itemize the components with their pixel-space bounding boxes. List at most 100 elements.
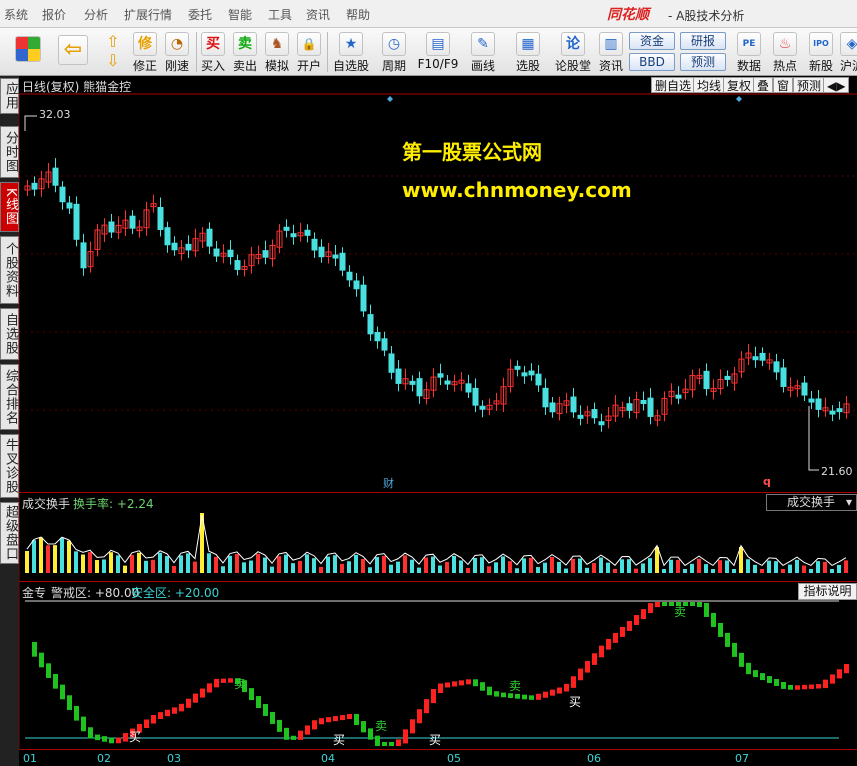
- indicator-segment: [123, 733, 128, 742]
- volume-bar: [368, 567, 372, 573]
- stock-picker-button[interactable]: ▦ 选股: [509, 30, 547, 74]
- tab-watchlist[interactable]: 自选股: [0, 308, 19, 360]
- indicator-segment: [333, 716, 338, 722]
- candle-body: [395, 368, 402, 384]
- indicator-segment: [249, 688, 254, 701]
- tab-ranking[interactable]: 综合排名: [0, 364, 19, 430]
- moving-average-button[interactable]: 均线: [693, 77, 726, 93]
- bbd-button[interactable]: BBD: [629, 53, 675, 71]
- volume-bar: [193, 561, 197, 573]
- speed-test-button[interactable]: ◔ 刚速: [162, 30, 192, 74]
- stock-title: 日线(复权) 熊猫金控: [22, 80, 132, 94]
- volume-bar: [207, 553, 211, 573]
- forum-button[interactable]: 论 论股堂: [553, 30, 593, 74]
- f10-doc-icon: ▤: [426, 32, 450, 56]
- f10-label: F10/F9: [417, 57, 459, 71]
- indicator-segment: [627, 620, 632, 631]
- sell-button[interactable]: 卖 卖出: [231, 30, 259, 74]
- indicator-segment: [179, 703, 184, 712]
- menu-extended-quotes[interactable]: 扩展行情: [124, 6, 172, 23]
- ipo-button[interactable]: IPO 新股: [806, 30, 836, 74]
- adjust-price-button[interactable]: 复权: [723, 77, 756, 93]
- indicator-segment: [116, 737, 121, 744]
- menu-smart[interactable]: 智能: [228, 6, 252, 23]
- indicator-segment: [32, 642, 37, 657]
- f10-button[interactable]: ▤ F10/F9: [417, 30, 459, 74]
- arrow-up-icon[interactable]: ⇧: [100, 32, 126, 51]
- menu-system[interactable]: 系统: [4, 6, 28, 23]
- volume-bar: [704, 564, 708, 573]
- overlay-button[interactable]: 叠: [753, 77, 774, 93]
- expand-arrows-icon[interactable]: ◀▶: [823, 77, 850, 93]
- revise-button[interactable]: 修 修正: [130, 30, 160, 74]
- forecast-button[interactable]: 预测: [680, 53, 726, 71]
- indicator-segment: [382, 742, 387, 746]
- tab-super-orderbook[interactable]: 超级盘口: [0, 502, 19, 564]
- period-label: 周期: [381, 59, 406, 73]
- indicator-help-button[interactable]: 指标说明: [798, 583, 857, 600]
- hotspot-button[interactable]: ♨ 热点: [770, 30, 800, 74]
- candle-body: [626, 403, 633, 411]
- period-button[interactable]: ◷ 周期: [375, 30, 413, 74]
- candle-body: [535, 373, 542, 386]
- tab-intraday[interactable]: 分时图: [0, 126, 19, 178]
- volume-bar: [795, 559, 799, 573]
- data-button[interactable]: PE 数据: [734, 30, 764, 74]
- research-report-button[interactable]: 研报: [680, 32, 726, 50]
- arrow-down-icon[interactable]: ⇩: [100, 51, 126, 70]
- indicator-segment: [774, 679, 779, 686]
- volume-bar: [186, 553, 190, 573]
- tab-stock-profile[interactable]: 个股资料: [0, 236, 19, 304]
- predict-button[interactable]: 预测: [793, 77, 826, 93]
- volume-bar: [228, 555, 232, 573]
- indicator-segment: [193, 693, 198, 703]
- tab-kline[interactable]: K线图: [0, 182, 19, 232]
- capital-button[interactable]: 资金: [629, 32, 675, 50]
- remove-watchlist-button[interactable]: 删自选: [651, 77, 696, 93]
- watchlist-label: 自选股: [332, 59, 369, 73]
- price-high-label: 32.03: [39, 108, 71, 121]
- chart-area[interactable]: 买买买买卖卖卖卖 日线(复权) 熊猫金控 删自选 均线 复权 叠 窗 预测 ◀▶…: [19, 76, 857, 766]
- volume-bar: [25, 551, 29, 573]
- indicator-segment: [221, 678, 226, 683]
- volume-bar: [137, 552, 141, 573]
- event-q-marker[interactable]: q: [763, 475, 771, 488]
- menu-help[interactable]: 帮助: [346, 6, 370, 23]
- financial-report-marker[interactable]: 财: [383, 475, 394, 491]
- indicator-segment: [599, 645, 604, 658]
- volume-bar: [60, 537, 64, 573]
- sell-signal-label: 卖: [509, 679, 521, 693]
- menu-news[interactable]: 资讯: [306, 6, 330, 23]
- shanghai-hk-button[interactable]: ◈ 沪沪: [840, 30, 857, 74]
- menu-tools[interactable]: 工具: [268, 6, 292, 23]
- open-account-button[interactable]: 🔒 开户: [295, 30, 323, 74]
- news-button[interactable]: ▥ 资讯: [597, 30, 625, 74]
- indicator-segment: [606, 638, 611, 650]
- simulate-button[interactable]: ♞ 模拟: [263, 30, 291, 74]
- home-button[interactable]: [12, 30, 44, 74]
- volume-bar: [592, 563, 596, 573]
- indicator-segment: [284, 727, 289, 740]
- candle-body: [157, 207, 164, 230]
- indicator-segment: [361, 721, 366, 733]
- menu-quote[interactable]: 报价: [42, 6, 66, 23]
- x-tick: 06: [587, 752, 601, 765]
- scroll-buttons[interactable]: ⇧ ⇩: [100, 30, 126, 74]
- volume-bar: [837, 564, 841, 573]
- volume-bar: [781, 569, 785, 573]
- candle-body: [262, 250, 269, 258]
- buy-button[interactable]: 买 买入: [199, 30, 227, 74]
- draw-line-button[interactable]: ✎ 画线: [465, 30, 501, 74]
- volume-bar: [452, 555, 456, 573]
- indicator-segment: [816, 684, 821, 689]
- volume-bar: [844, 560, 848, 573]
- volume-indicator-select[interactable]: 成交换手 ▾: [766, 494, 857, 511]
- watchlist-button[interactable]: ★ 自选股: [331, 30, 371, 74]
- menu-trade[interactable]: 委托: [188, 6, 212, 23]
- window-button[interactable]: 窗: [773, 77, 794, 93]
- menu-analysis[interactable]: 分析: [84, 6, 108, 23]
- volume-bar: [109, 552, 113, 573]
- back-button[interactable]: ⇦: [56, 30, 90, 74]
- tab-diagnosis[interactable]: 牛叉诊股: [0, 434, 19, 498]
- tab-apps[interactable]: 应用: [0, 78, 19, 114]
